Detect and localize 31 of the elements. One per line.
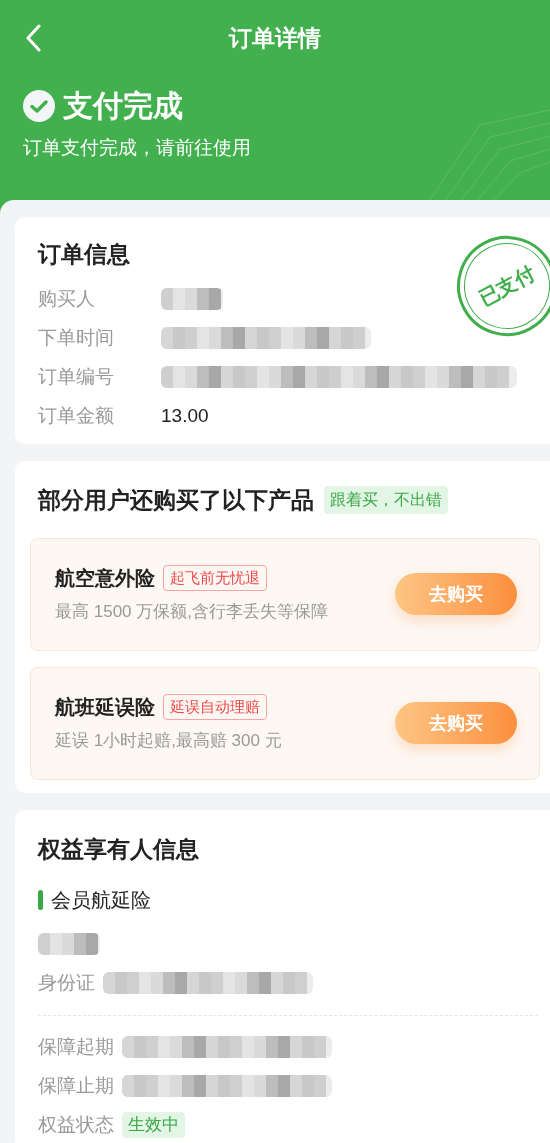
card-title: 权益享有人信息 [38, 835, 200, 864]
field-label: 订单编号 [38, 364, 115, 389]
card-title: 部分用户还购买了以下产品 [38, 486, 314, 515]
field-label: 权益状态 [38, 1112, 114, 1137]
blurred-text [161, 288, 223, 310]
field-label: 购买人 [38, 286, 96, 311]
accent-bar [38, 889, 43, 910]
product-name: 航空意外险 [55, 566, 155, 592]
field-label: 保障起期 [38, 1034, 114, 1059]
slogan-badge: 跟着买，不出错 [324, 486, 448, 515]
field-label: 保障止期 [38, 1073, 114, 1098]
buy-button[interactable]: 去购买 [395, 702, 517, 744]
field-label: 订单金额 [38, 403, 115, 428]
blurred-text [38, 933, 100, 955]
card-title: 订单信息 [38, 240, 131, 269]
product-name: 航班延误险 [55, 695, 155, 721]
buy-button[interactable]: 去购买 [395, 573, 517, 615]
check-circle-icon [23, 90, 55, 122]
product-tag: 起飞前无忧退 [163, 565, 267, 592]
status-subtitle: 订单支付完成，请前往使用 [23, 136, 252, 160]
product-description: 延误 1小时起赔,最高赔 300 元 [55, 730, 282, 753]
status-title: 支付完成 [63, 91, 183, 121]
back-icon [25, 24, 41, 52]
field-value: 13.00 [161, 403, 209, 428]
field-label: 身份证 [38, 970, 95, 995]
field-label: 下单时间 [38, 325, 115, 350]
product-description: 最高 1500 万保额,含行李丢失等保障 [55, 601, 328, 624]
page-title: 订单详情 [229, 23, 321, 53]
product-tag: 延误自动理赔 [163, 694, 267, 721]
section-title: 会员航延险 [51, 887, 151, 913]
status-badge: 生效中 [122, 1112, 185, 1138]
